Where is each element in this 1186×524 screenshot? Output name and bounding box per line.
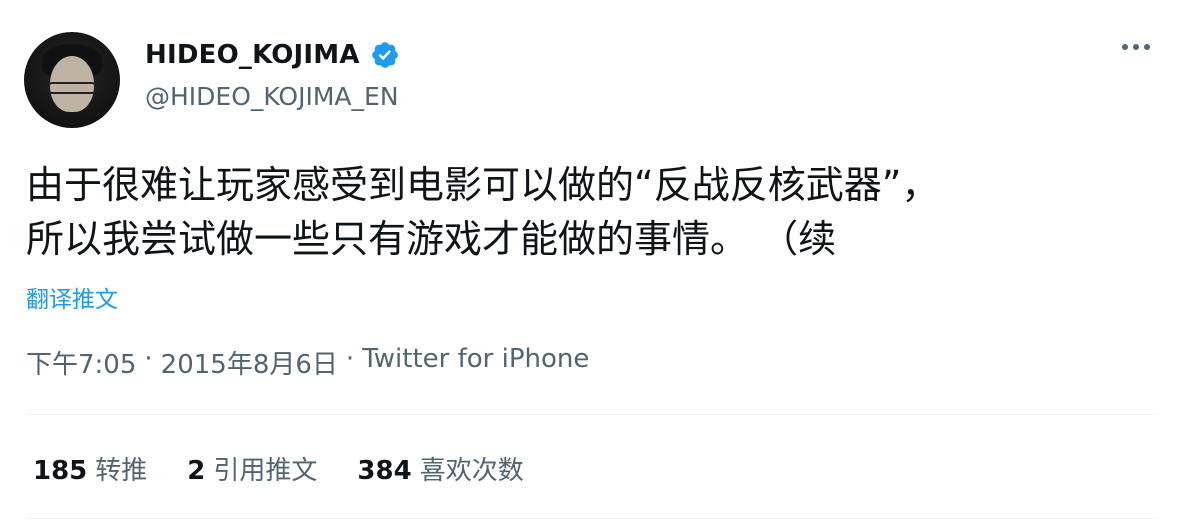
tweet-text: 由于很难让玩家感受到电影可以做的“反战反核武器”， 所以我尝试做一些只有游戏才能做…: [26, 158, 1146, 266]
quote-tweets-label: 引用推文: [213, 456, 318, 486]
tweet-line-1: 由于很难让玩家感受到电影可以做的“反战反核武器”，: [26, 163, 940, 207]
tweet-source[interactable]: Twitter for iPhone: [362, 344, 589, 381]
retweets-label: 转推: [95, 456, 148, 486]
quote-tweets-count: 2: [187, 456, 206, 486]
handle[interactable]: @HIDEO_KOJIMA_EN: [145, 82, 399, 111]
verified-badge-icon: [371, 42, 398, 68]
avatar[interactable]: [24, 32, 120, 128]
divider: [26, 518, 1156, 519]
more-options-icon[interactable]: [1122, 44, 1150, 50]
tweet-meta: 下午7:05 · 2015年8月6日 · Twitter for iPhone: [26, 344, 589, 381]
likes-count: 384: [357, 456, 412, 486]
more-dot: [1122, 44, 1128, 50]
tweet-stats: 185 转推 2 引用推文 384 喜欢次数: [33, 450, 524, 487]
quote-tweets-stat[interactable]: 2 引用推文: [187, 450, 317, 487]
retweets-count: 185: [33, 456, 88, 486]
translate-tweet-link[interactable]: 翻译推文: [26, 280, 118, 314]
display-name[interactable]: HIDEO_KOJIMA: [145, 40, 360, 70]
likes-label: 喜欢次数: [419, 456, 524, 486]
more-dot: [1144, 44, 1150, 50]
retweets-stat[interactable]: 185 转推: [33, 450, 147, 487]
likes-stat[interactable]: 384 喜欢次数: [357, 450, 523, 487]
tweet-time[interactable]: 下午7:05: [26, 344, 136, 381]
author-name-row: HIDEO_KOJIMA: [145, 40, 400, 70]
tweet-line-2: 所以我尝试做一些只有游戏才能做的事情。 （续: [26, 217, 837, 261]
meta-separator: ·: [144, 344, 153, 374]
avatar-glasses: [48, 82, 96, 94]
meta-separator: ·: [345, 344, 355, 374]
more-dot: [1133, 44, 1139, 50]
divider: [26, 414, 1156, 415]
tweet-date[interactable]: 2015年8月6日: [161, 344, 338, 381]
